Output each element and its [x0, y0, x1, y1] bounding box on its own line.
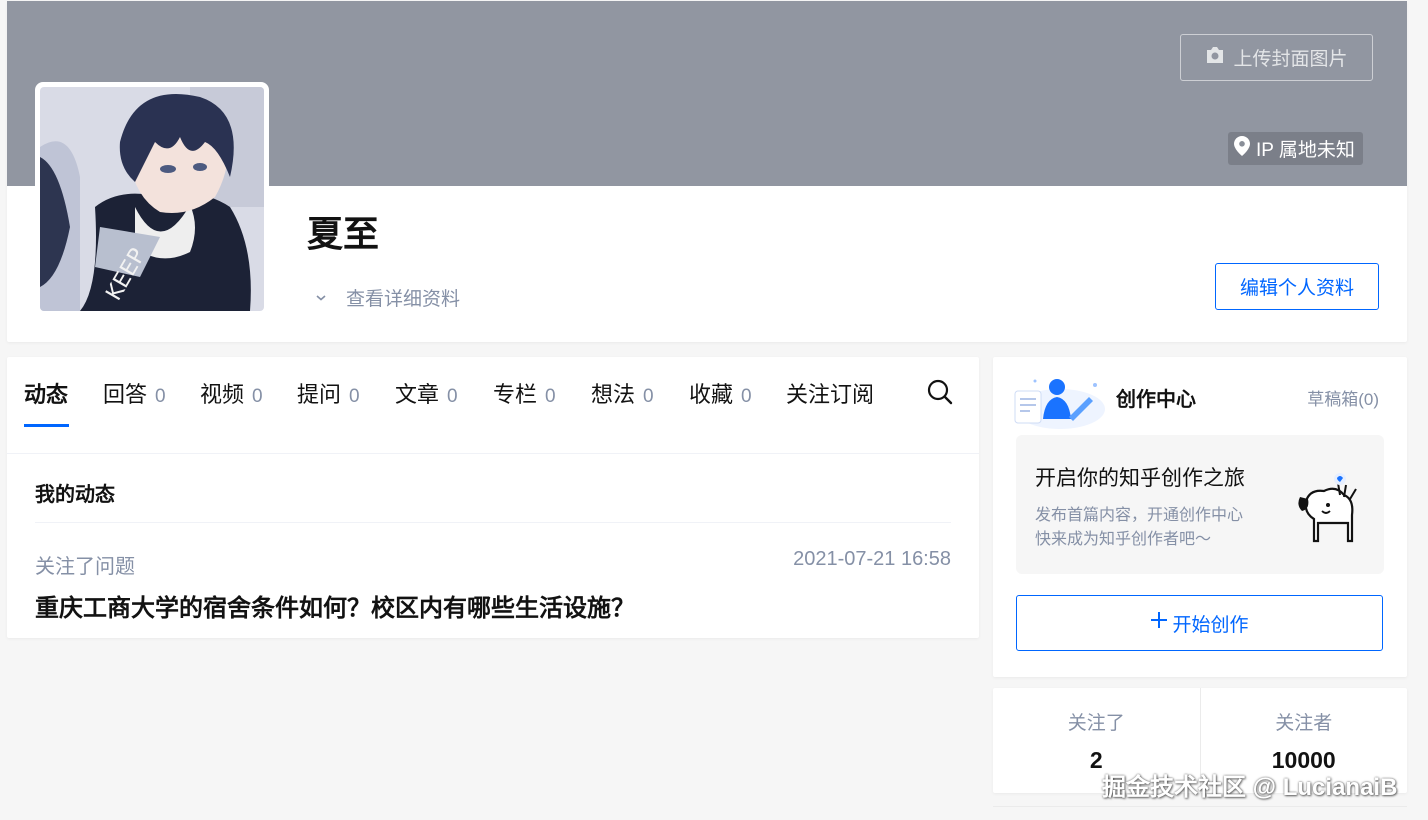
promo-title: 开启你的知乎创作之旅 — [1035, 467, 1245, 490]
creator-center-title: 创作中心 — [1116, 389, 1196, 411]
tab-columns[interactable]: 专栏 0 — [493, 377, 556, 409]
start-creating-button[interactable]: 开始创作 — [1016, 595, 1383, 651]
plus-icon — [1150, 611, 1168, 635]
tab-label: 关注订阅 — [786, 382, 875, 407]
drafts-link[interactable]: 草稿箱(0) — [1307, 385, 1379, 410]
search-icon[interactable] — [925, 377, 955, 407]
ip-location-text: IP 属地未知 — [1256, 140, 1355, 161]
location-pin-icon — [1234, 135, 1250, 162]
avatar: KEEP — [40, 87, 264, 311]
tab-label: 动态 — [24, 382, 69, 407]
creator-promo: 开启你的知乎创作之旅 发布首篇内容，开通创作中心 快来成为知乎创作者吧～ — [1016, 435, 1384, 574]
tab-videos[interactable]: 视频 0 — [200, 377, 263, 409]
section-title: 我的动态 — [35, 484, 115, 506]
profile-header: 上传封面图片 IP 属地未知 KEEP 夏至 查看详细资料 编辑个人资料 — [7, 1, 1407, 342]
avatar-frame[interactable]: KEEP — [35, 82, 269, 316]
creator-illustration — [1014, 379, 1105, 429]
upload-cover-button[interactable]: 上传封面图片 — [1180, 34, 1373, 81]
mascot-illustration — [1298, 473, 1357, 543]
camera-icon — [1205, 46, 1225, 70]
promo-line: 发布首篇内容，开通创作中心 — [1035, 507, 1244, 524]
tab-label: 回答 — [103, 382, 148, 407]
start-creating-label: 开始创作 — [1172, 614, 1249, 636]
tab-label: 文章 — [395, 382, 440, 407]
upload-cover-label: 上传封面图片 — [1233, 49, 1348, 70]
edit-profile-button[interactable]: 编辑个人资料 — [1215, 263, 1379, 310]
followers-label: 关注者 — [1275, 713, 1333, 734]
tab-label: 收藏 — [689, 382, 734, 407]
tab-count: 0 — [349, 386, 360, 407]
tab-count: 0 — [252, 386, 263, 407]
tab-questions[interactable]: 提问 0 — [297, 377, 360, 409]
tab-label: 专栏 — [493, 382, 538, 407]
tab-count: 0 — [643, 386, 654, 407]
divider — [35, 522, 951, 523]
feed-action: 关注了问题 — [35, 556, 135, 578]
tab-activity[interactable]: 动态 — [24, 377, 68, 409]
view-details-label: 查看详细资料 — [346, 289, 461, 310]
tab-label: 提问 — [297, 382, 342, 407]
ip-location-badge: IP 属地未知 — [1228, 132, 1363, 165]
feed-question-link[interactable]: 重庆工商大学的宿舍条件如何？校区内有哪些生活设施？ — [35, 588, 635, 623]
tab-count: 0 — [741, 386, 752, 407]
feed-timestamp: 2021-07-21 16:58 — [793, 548, 951, 570]
tab-articles[interactable]: 文章 0 — [395, 377, 458, 409]
chevron-down-icon — [314, 287, 328, 309]
tab-count: 0 — [447, 386, 458, 407]
following-label: 关注了 — [1067, 713, 1125, 734]
tab-label: 想法 — [591, 382, 636, 407]
user-name: 夏至 — [307, 213, 380, 254]
main-content: 动态 回答 0 视频 0 提问 0 文章 0 专栏 0 想法 0 收藏 0 关注订阅 我的动态… — [7, 357, 979, 638]
view-details-link[interactable]: 查看详细资料 — [314, 284, 460, 311]
tab-collections[interactable]: 收藏 0 — [689, 377, 752, 409]
tab-label: 视频 — [200, 382, 245, 407]
tab-count: 0 — [155, 386, 166, 407]
tab-answers[interactable]: 回答 0 — [103, 377, 166, 409]
tab-count: 0 — [545, 386, 556, 407]
creator-center-card: 创作中心 草稿箱(0) 开启你的知乎创作之旅 发布首篇内容，开通创作中心 快来成… — [993, 357, 1407, 677]
profile-tabs: 动态 回答 0 视频 0 提问 0 文章 0 专栏 0 想法 0 收藏 0 关注订阅 — [7, 357, 979, 454]
promo-line: 快来成为知乎创作者吧～ — [1035, 531, 1212, 548]
tab-subscriptions[interactable]: 关注订阅 — [786, 377, 874, 409]
tab-pins[interactable]: 想法 0 — [591, 377, 654, 409]
active-tab-indicator — [24, 424, 69, 427]
divider — [993, 806, 1407, 807]
watermark: 掘金技术社区 @ LucianaiB — [1102, 774, 1398, 801]
